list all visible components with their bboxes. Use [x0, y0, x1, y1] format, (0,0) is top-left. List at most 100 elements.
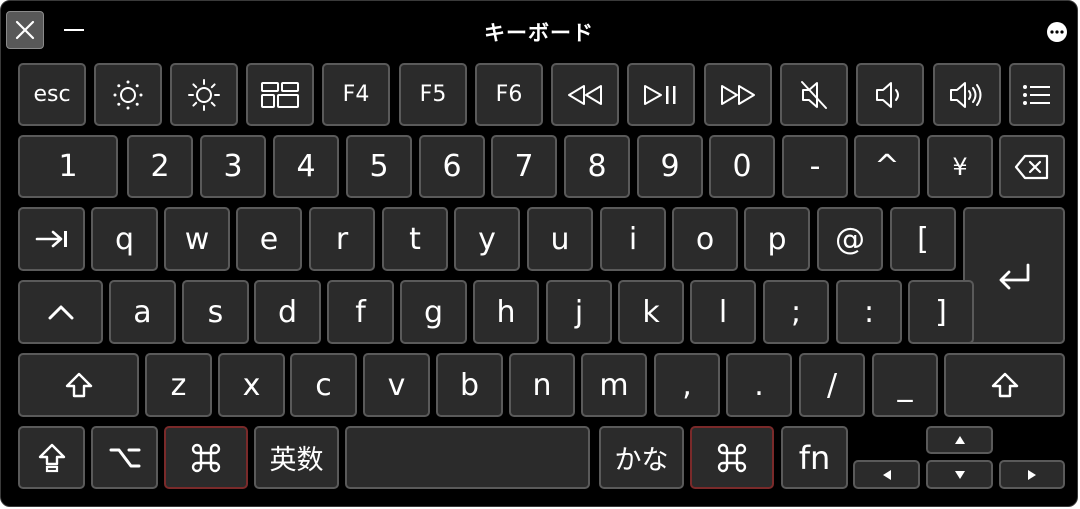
key-slash[interactable]: / — [799, 353, 865, 417]
tab-key[interactable] — [18, 207, 85, 271]
key-e[interactable]: e — [236, 207, 302, 271]
right-command-key[interactable] — [690, 426, 774, 489]
key-v[interactable]: v — [363, 353, 430, 417]
return-key[interactable] — [963, 207, 1065, 344]
key-f[interactable]: f — [327, 280, 394, 344]
more-options-button[interactable] — [1047, 22, 1067, 42]
shift-arrow-icon — [65, 372, 92, 398]
key-j[interactable]: j — [546, 280, 612, 344]
eisu-key[interactable]: 英数 — [254, 426, 339, 489]
option-key[interactable] — [91, 426, 158, 489]
key-h[interactable]: h — [473, 280, 539, 344]
esc-key[interactable]: esc — [18, 63, 86, 126]
key-w[interactable]: w — [164, 207, 230, 271]
key-q[interactable]: q — [91, 207, 158, 271]
key-k[interactable]: k — [618, 280, 684, 344]
mute-icon — [801, 80, 827, 109]
delete-key[interactable] — [999, 135, 1065, 198]
key-u[interactable]: u — [527, 207, 593, 271]
f6-key[interactable]: F6 — [475, 63, 543, 126]
triangle-down-icon — [954, 470, 965, 479]
key-5[interactable]: 5 — [346, 135, 412, 198]
key-o[interactable]: o — [672, 207, 738, 271]
arrow-right-key[interactable] — [999, 460, 1065, 489]
triangle-right-icon — [1028, 469, 1036, 480]
key-d[interactable]: d — [254, 280, 321, 344]
key-n[interactable]: n — [509, 353, 575, 417]
key-b[interactable]: b — [436, 353, 503, 417]
brightness-down-key[interactable] — [94, 63, 162, 126]
key-colon[interactable]: : — [836, 280, 902, 344]
key-0[interactable]: 0 — [709, 135, 775, 198]
brightness-up-key[interactable] — [170, 63, 238, 126]
key-minus[interactable]: - — [782, 135, 848, 198]
key-underscore[interactable]: _ — [872, 353, 938, 417]
key-i[interactable]: i — [600, 207, 666, 271]
key-9[interactable]: 9 — [637, 135, 703, 198]
key-p[interactable]: p — [744, 207, 810, 271]
space-key[interactable] — [345, 426, 590, 489]
key-at[interactable]: @ — [817, 207, 883, 271]
key-r[interactable]: r — [309, 207, 375, 271]
key-6[interactable]: 6 — [419, 135, 485, 198]
key-1[interactable]: 1 — [18, 135, 118, 198]
f5-key[interactable]: F5 — [399, 63, 467, 126]
fn-key[interactable]: fn — [781, 426, 848, 489]
volume-up-key[interactable] — [933, 63, 1001, 126]
key-comma[interactable]: , — [654, 353, 720, 417]
play-pause-icon — [644, 84, 676, 105]
key-yen[interactable]: ¥ — [927, 135, 993, 198]
f4-key[interactable]: F4 — [322, 63, 390, 126]
key-x[interactable]: x — [218, 353, 285, 417]
volume-down-key[interactable] — [856, 63, 924, 126]
tab-arrow-icon — [35, 230, 67, 248]
arrow-up-key[interactable] — [926, 426, 993, 454]
key-g[interactable]: g — [400, 280, 467, 344]
list-icon — [1023, 84, 1050, 105]
key-s[interactable]: s — [182, 280, 249, 344]
key-2[interactable]: 2 — [127, 135, 193, 198]
caps-lock-key[interactable] — [18, 426, 85, 489]
control-caret-icon — [48, 305, 73, 320]
key-z[interactable]: z — [145, 353, 212, 417]
ellipsis-circle-icon — [1050, 30, 1064, 34]
arrow-left-key[interactable] — [853, 460, 920, 489]
delete-backspace-icon — [1014, 154, 1049, 179]
option-icon — [109, 448, 140, 467]
left-shift-key[interactable] — [18, 353, 139, 417]
key-close-bracket[interactable]: ] — [908, 280, 974, 344]
fast-forward-icon — [721, 84, 755, 105]
key-l[interactable]: l — [690, 280, 756, 344]
key-y[interactable]: y — [454, 207, 520, 271]
key-t[interactable]: t — [382, 207, 448, 271]
arrow-down-key[interactable] — [926, 460, 993, 489]
left-command-key[interactable] — [164, 426, 248, 489]
triangle-left-icon — [882, 469, 891, 480]
key-period[interactable]: . — [726, 353, 792, 417]
key-3[interactable]: 3 — [200, 135, 266, 198]
menu-key[interactable] — [1009, 63, 1065, 126]
key-semicolon[interactable]: ; — [763, 280, 829, 344]
control-key[interactable] — [18, 280, 103, 344]
return-arrow-icon — [999, 263, 1030, 289]
mission-control-icon — [261, 81, 299, 108]
key-m[interactable]: m — [581, 353, 647, 417]
key-caret[interactable]: ^ — [854, 135, 920, 198]
key-8[interactable]: 8 — [564, 135, 630, 198]
command-icon — [191, 443, 221, 472]
mute-key[interactable] — [780, 63, 848, 126]
volume-down-icon — [876, 81, 899, 108]
rewind-key[interactable] — [551, 63, 619, 126]
fast-forward-key[interactable] — [704, 63, 772, 126]
kana-key[interactable]: かな — [599, 426, 684, 489]
key-4[interactable]: 4 — [273, 135, 339, 198]
right-shift-key[interactable] — [944, 353, 1065, 417]
play-pause-key[interactable] — [627, 63, 695, 126]
key-a[interactable]: a — [109, 280, 176, 344]
brightness-down-icon — [113, 80, 143, 109]
mission-control-key[interactable] — [246, 63, 314, 126]
key-open-bracket[interactable]: [ — [890, 207, 956, 271]
key-7[interactable]: 7 — [491, 135, 557, 198]
brightness-up-icon — [188, 78, 220, 111]
key-c[interactable]: c — [290, 353, 357, 417]
